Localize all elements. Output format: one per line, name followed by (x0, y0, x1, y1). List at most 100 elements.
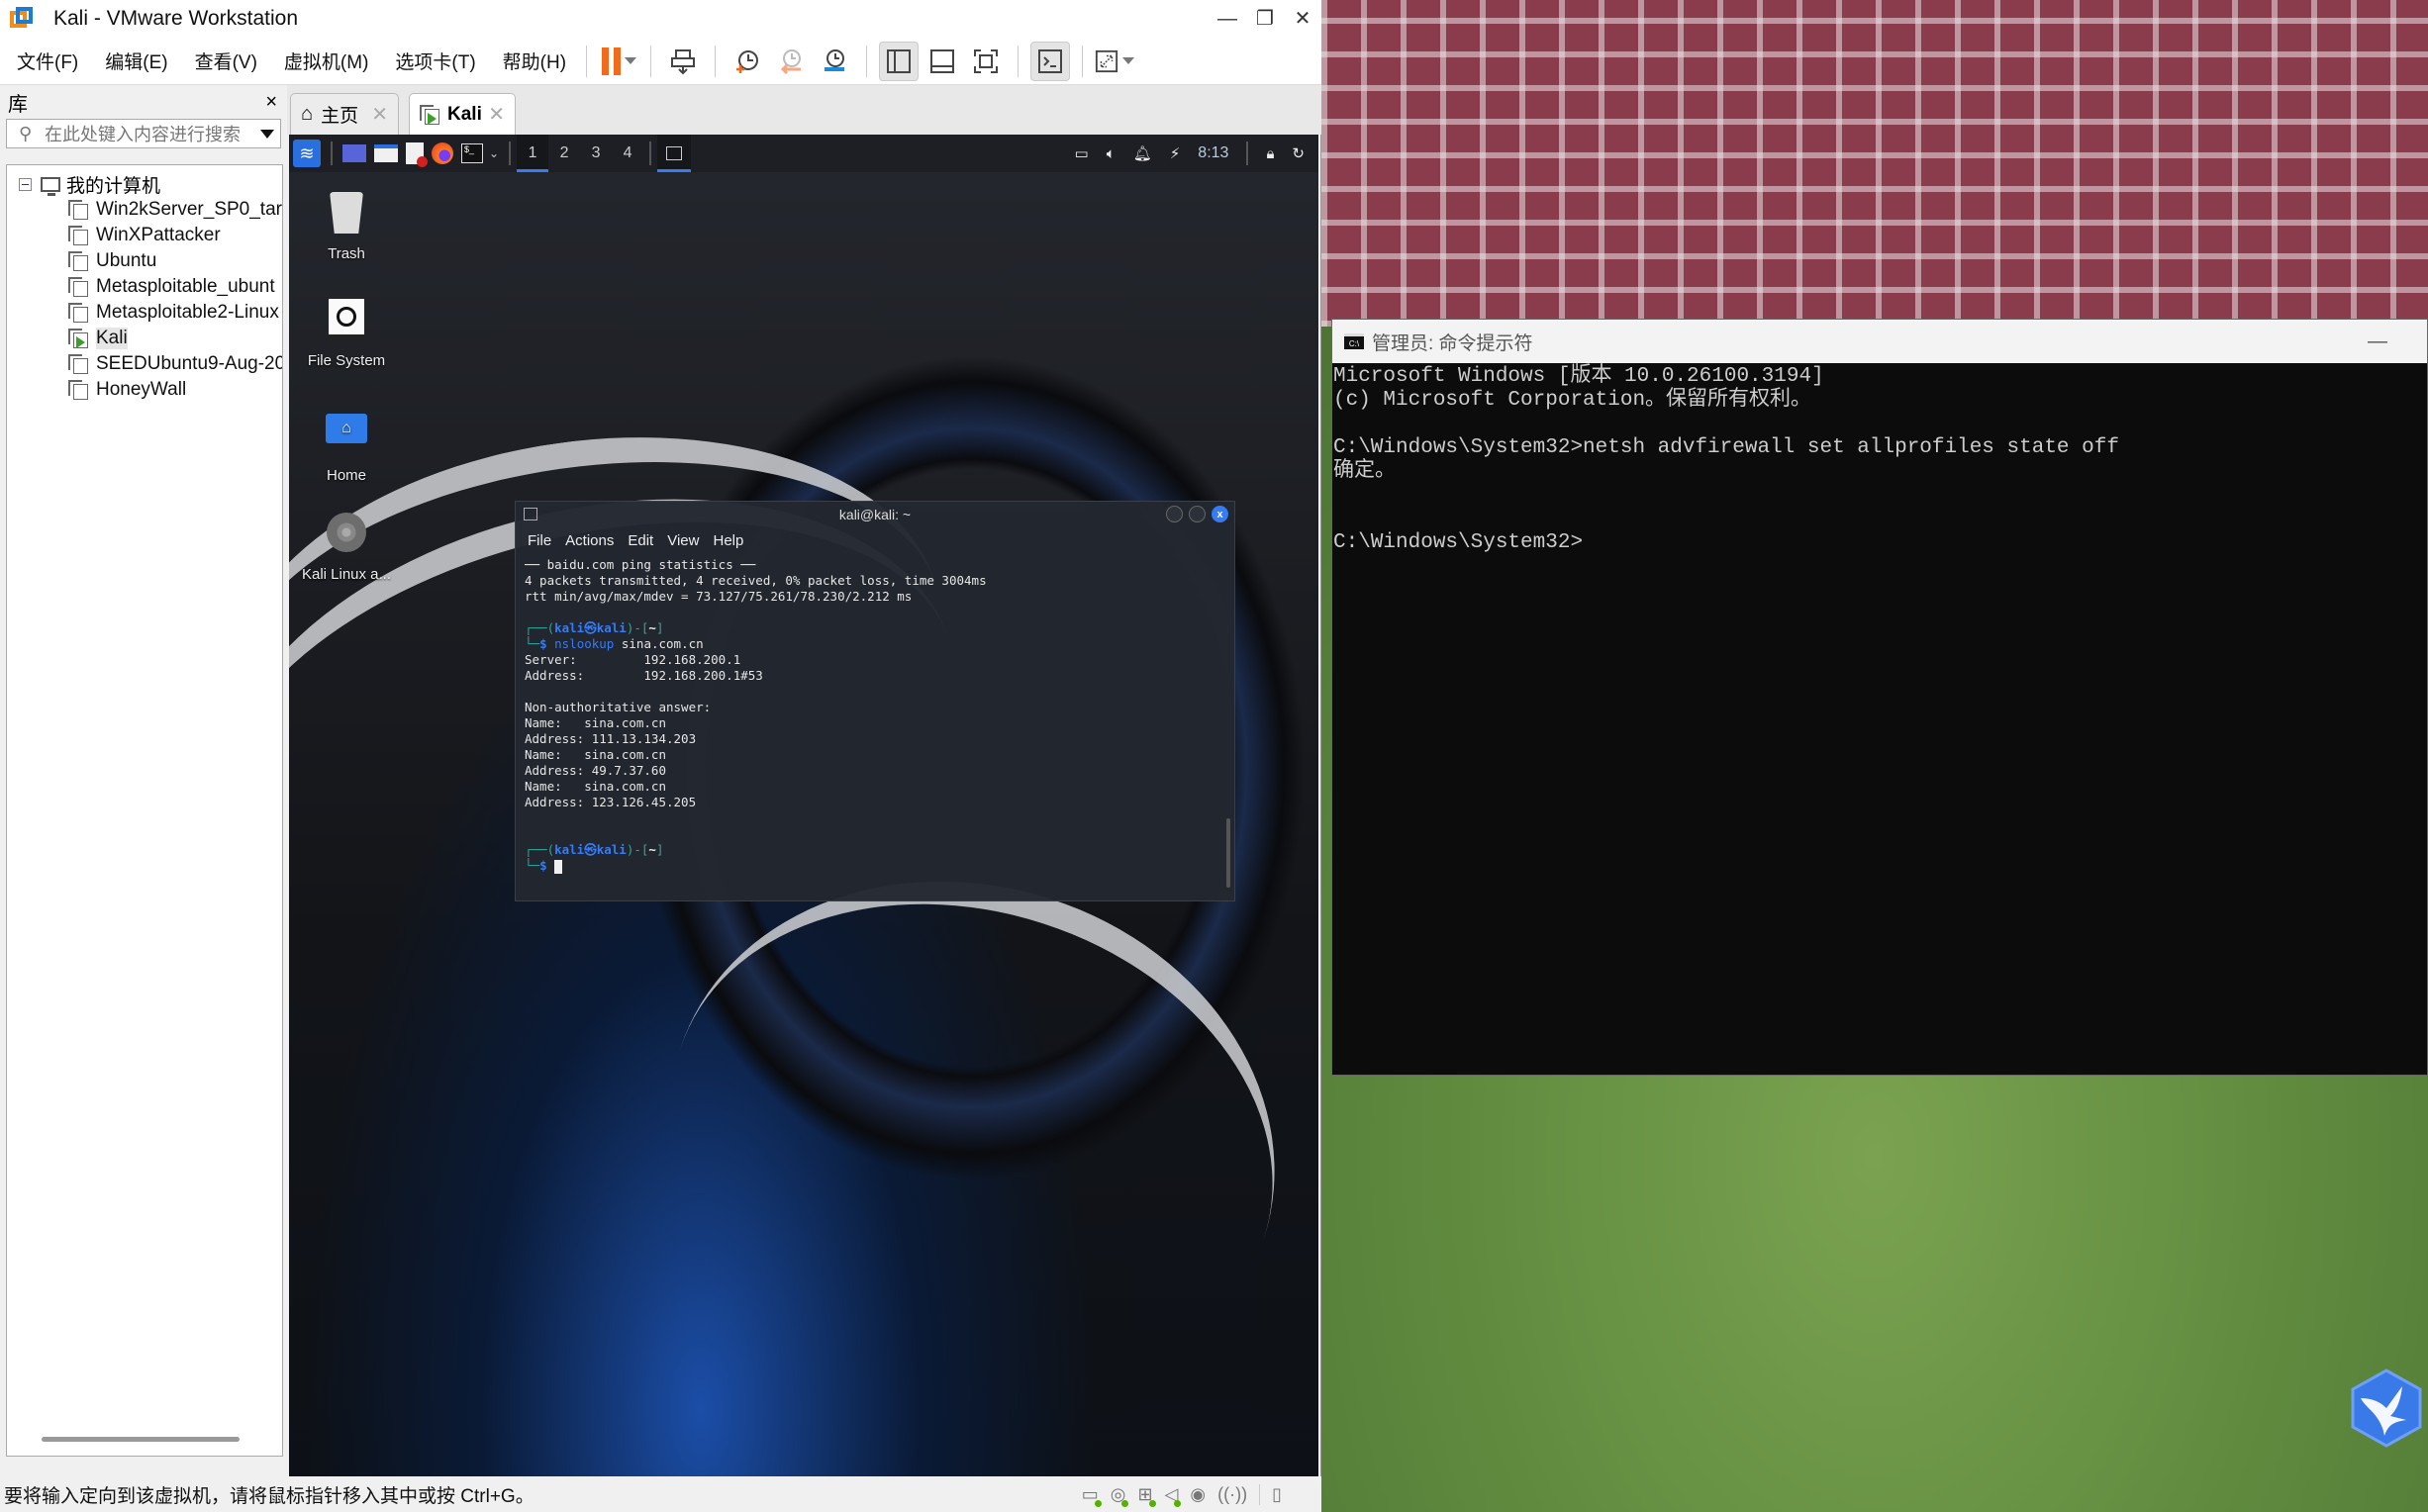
take-snapshot-button[interactable] (728, 42, 767, 81)
revert-snapshot-button[interactable] (771, 42, 811, 81)
terminal-minimize-button[interactable] (1166, 506, 1183, 522)
chevron-down-icon[interactable] (1122, 57, 1135, 64)
workspace-1[interactable]: 1 (517, 135, 549, 172)
show-desktop-button[interactable] (342, 135, 366, 172)
desktop-icon-home[interactable]: ⌂ Home (292, 406, 401, 484)
terminal-menu-edit[interactable]: Edit (628, 532, 653, 549)
menu-file[interactable]: 文件(F) (0, 47, 88, 74)
volume-icon[interactable]: 🔈︎ (1107, 145, 1116, 162)
search-dropdown-icon[interactable] (260, 129, 274, 139)
workspace-2[interactable]: 2 (548, 135, 580, 172)
vm-item-winxpattacker[interactable]: WinXPattacker (7, 223, 282, 248)
floating-download-widget[interactable] (2351, 1369, 2422, 1448)
library-view-button[interactable] (879, 41, 920, 81)
lock-screen-icon[interactable]: 🔒︎ (1266, 145, 1274, 162)
stretch-button[interactable] (1095, 42, 1135, 81)
sound-card-icon[interactable]: ◁ (1165, 1484, 1182, 1507)
system-tray: ▭ 🔈︎ 🔔︎ ⚡︎ 8:13 🔒︎ ↻ (1075, 142, 1319, 165)
thumbnail-bar-button[interactable] (923, 42, 962, 81)
tab-home[interactable]: ⌂ 主页 ✕ (290, 93, 399, 135)
terminal-window[interactable]: kali@kali: ~ x File Actions Edit View He… (515, 501, 1235, 901)
console-view-button[interactable] (1030, 41, 1071, 81)
menu-vm[interactable]: 虚拟机(M) (267, 47, 378, 74)
close-button[interactable]: ✕ (1284, 0, 1321, 38)
menu-tabs[interactable]: 选项卡(T) (378, 47, 485, 74)
kali-menu-button[interactable]: ≋ (293, 135, 321, 172)
pause-button[interactable] (599, 42, 638, 81)
output-line: Address: 192.168.200.1#53 (525, 668, 763, 683)
vm-item-ubuntu[interactable]: Ubuntu (7, 248, 282, 274)
firefox-launcher[interactable] (432, 135, 453, 172)
message-log-icon[interactable]: ▯ (1259, 1483, 1282, 1505)
chevron-down-icon[interactable]: ⌄ (489, 146, 499, 160)
terminal-menu-actions[interactable]: Actions (565, 532, 614, 549)
network-adapter-icon[interactable]: ⊞ (1137, 1484, 1156, 1507)
drive-icon (325, 299, 368, 344)
terminal-close-button[interactable]: x (1212, 506, 1228, 522)
library-search-input[interactable]: ⚲ 在此处键入内容进行搜索 (6, 119, 281, 148)
tab-kali-close-icon[interactable]: ✕ (488, 102, 505, 127)
file-manager-launcher[interactable] (374, 135, 398, 172)
cmd-title-bar[interactable]: C:\ 管理员: 命令提示符 — (1332, 320, 2427, 363)
full-screen-button[interactable] (966, 42, 1006, 81)
chevron-down-icon[interactable] (624, 57, 636, 64)
desktop-icon-kali-linux-disc[interactable]: Kali Linux a... (292, 513, 401, 583)
collapse-icon[interactable] (19, 177, 32, 191)
restore-button[interactable]: ❐ (1246, 0, 1284, 38)
notification-bell-icon[interactable]: 🔔︎ (1133, 144, 1152, 162)
terminal-menu-bar: File Actions Edit View Help (516, 527, 1234, 553)
terminal-menu-file[interactable]: File (528, 532, 551, 549)
hard-disk-icon[interactable]: ▭ (1082, 1484, 1102, 1507)
tab-kali[interactable]: Kali ✕ (409, 93, 516, 135)
workspace-3[interactable]: 3 (580, 135, 612, 172)
clock[interactable]: 8:13 (1198, 144, 1228, 162)
menu-view[interactable]: 查看(V) (178, 47, 267, 74)
library-close-button[interactable]: × (265, 91, 277, 114)
menu-edit[interactable]: 编辑(E) (88, 47, 177, 74)
send-ctrl-alt-del-button[interactable] (663, 42, 703, 81)
power-manager-icon[interactable]: ⚡︎ (1170, 144, 1181, 162)
terminal-menu-view[interactable]: View (667, 532, 699, 549)
network-icon[interactable]: ▭ (1075, 144, 1089, 162)
cmd-window[interactable]: C:\ 管理员: 命令提示符 — Microsoft Windows [版本 1… (1331, 319, 2428, 1076)
vm-item-metasploitable2[interactable]: Metasploitable2-Linux (7, 300, 282, 326)
vm-item-honeywall[interactable]: HoneyWall (7, 377, 282, 403)
tray-divider (1246, 142, 1249, 165)
prompt-dir: ~ (648, 842, 656, 857)
folder-icon (374, 144, 398, 162)
cd-dvd-icon[interactable]: ◎ (1111, 1484, 1129, 1507)
vm-icon (68, 303, 88, 323)
menu-help[interactable]: 帮助(H) (486, 47, 576, 74)
vm-item-win2kserver[interactable]: Win2kServer_SP0_targ (7, 197, 282, 223)
command-line[interactable]: └─$ (525, 858, 1225, 874)
text-editor-launcher[interactable] (406, 135, 428, 172)
terminal-icon: $_ (461, 143, 483, 163)
command-line: └─$ nslookup sina.com.cn (525, 636, 704, 651)
desktop-icon-trash[interactable]: Trash (292, 192, 401, 262)
terminal-scrollbar[interactable] (1226, 818, 1230, 888)
taskbar-terminal-window[interactable] (657, 135, 692, 172)
workspace-4[interactable]: 4 (612, 135, 643, 172)
menu-bar: 文件(F) 编辑(E) 查看(V) 虚拟机(M) 选项卡(T) 帮助(H) (0, 38, 1321, 85)
terminal-maximize-button[interactable] (1189, 506, 1206, 522)
snapshot-manager-button[interactable] (815, 42, 854, 81)
wireless-icon[interactable]: ((·)) (1217, 1484, 1247, 1505)
terminal-menu-help[interactable]: Help (713, 532, 743, 549)
tree-root-my-computer[interactable]: 我的计算机 (7, 171, 282, 197)
terminal-output[interactable]: ── baidu.com ping statistics ── 4 packets… (516, 553, 1234, 878)
minimize-button[interactable]: — (1209, 0, 1246, 38)
vm-item-seedubuntu[interactable]: SEEDUbuntu9-Aug-20 (7, 351, 282, 377)
logout-icon[interactable]: ↻ (1292, 144, 1305, 162)
library-horizontal-scrollbar[interactable] (42, 1437, 240, 1442)
usb-device-icon[interactable]: ◉ (1190, 1484, 1206, 1505)
desktop-icon-file-system[interactable]: File System (292, 299, 401, 369)
terminal-launcher[interactable]: $_ ⌄ (461, 135, 499, 172)
terminal-title-bar[interactable]: kali@kali: ~ x (516, 502, 1234, 527)
vm-item-kali[interactable]: Kali (7, 326, 282, 351)
vm-item-metasploitable-ubuntu[interactable]: Metasploitable_ubunt (7, 274, 282, 300)
cmd-output[interactable]: Microsoft Windows [版本 10.0.26100.3194] (c… (1332, 363, 2427, 555)
vm-display-kali[interactable]: ≋ $_ ⌄ 1 2 3 4 ▭ 🔈︎ 🔔︎ ⚡︎ 8:13 🔒︎ ↻ Tras… (289, 135, 1318, 1476)
cmd-minimize-button[interactable]: — (2368, 331, 2387, 353)
tab-home-close-icon[interactable]: ✕ (371, 102, 388, 127)
vm-icon (68, 200, 88, 220)
